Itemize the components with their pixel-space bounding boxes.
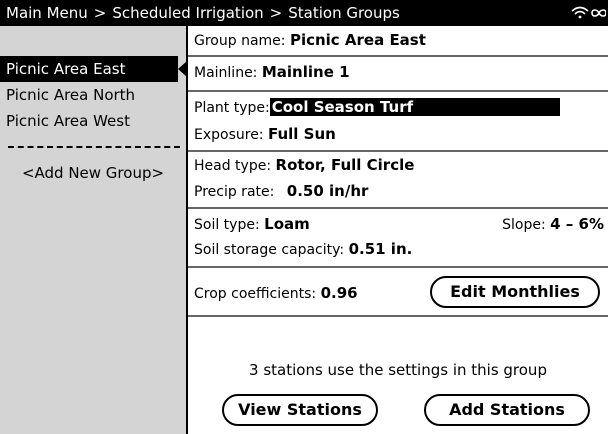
group-name-row[interactable]: Group name: Picnic Area East — [194, 31, 608, 49]
breadcrumb: Main Menu > Scheduled Irrigation > Station G… — [6, 0, 400, 26]
group-item-picnic-area-west[interactable]: Picnic Area West — [0, 108, 178, 134]
crumb-scheduled-irrigation[interactable]: Scheduled Irrigation — [112, 4, 263, 22]
stations-usage-note: 3 stations use the settings in this grou… — [249, 361, 547, 379]
soil-storage-row[interactable]: Soil storage capacity: 0.51 in. — [194, 240, 608, 258]
divider — [188, 266, 608, 268]
slope-label: Slope: — [502, 217, 546, 233]
group-item-picnic-area-east[interactable]: Picnic Area East — [0, 56, 187, 82]
group-name-value: Picnic Area East — [289, 31, 426, 49]
add-new-group-button[interactable]: <Add New Group> — [0, 160, 186, 186]
slope-value: 4 – 6% — [550, 215, 604, 233]
group-item-label: Picnic Area West — [6, 112, 130, 130]
crumb-station-groups: Station Groups — [288, 4, 400, 22]
crumb-separator: > — [269, 4, 283, 22]
status-icons — [571, 6, 606, 19]
crop-coefficient-value: 0.96 — [320, 284, 358, 302]
soil-type-label: Soil type: — [194, 217, 260, 233]
group-item-label: Picnic Area East — [6, 60, 126, 78]
group-name-label: Group name: — [194, 33, 286, 49]
exposure-value: Full Sun — [267, 125, 336, 143]
divider — [188, 315, 608, 317]
plant-type-label: Plant type: — [194, 100, 270, 116]
mainline-value: Mainline 1 — [261, 63, 350, 81]
infinity-icon — [591, 9, 606, 17]
view-stations-button[interactable]: View Stations — [222, 394, 378, 426]
group-details-panel: Group name: Picnic Area East Mainline: M… — [186, 26, 608, 434]
edit-monthlies-button[interactable]: Edit Monthlies — [430, 276, 600, 308]
head-type-label: Head type: — [194, 158, 272, 174]
head-type-value: Rotor, Full Circle — [275, 156, 415, 174]
title-bar: Main Menu > Scheduled Irrigation > Station G… — [0, 0, 608, 26]
head-type-row[interactable]: Head type: Rotor, Full Circle — [194, 156, 608, 174]
plant-type-row[interactable]: Plant type: Cool Season Turf — [194, 98, 608, 116]
exposure-row[interactable]: Exposure: Full Sun — [194, 125, 608, 143]
divider — [188, 90, 608, 92]
mainline-row[interactable]: Mainline: Mainline 1 — [194, 63, 608, 81]
crop-coefficient-label: Crop coefficients: — [194, 286, 317, 302]
wifi-icon — [571, 6, 589, 19]
precip-rate-row[interactable]: Precip rate: 0.50 in/hr — [194, 182, 608, 200]
soil-storage-label: Soil storage capacity: — [194, 242, 345, 258]
precip-rate-value: 0.50 in/hr — [286, 182, 369, 200]
crumb-main-menu[interactable]: Main Menu — [6, 4, 88, 22]
add-stations-button[interactable]: Add Stations — [424, 394, 590, 426]
plant-type-value: Cool Season Turf — [269, 98, 560, 116]
exposure-label: Exposure: — [194, 127, 264, 143]
precip-rate-label: Precip rate: — [194, 184, 275, 200]
soil-type-value: Loam — [264, 215, 310, 233]
irrigation-screen: Main Menu > Scheduled Irrigation > Station G… — [0, 0, 608, 434]
slope-row[interactable]: Slope: 4 – 6% — [458, 215, 604, 233]
group-item-label: Picnic Area North — [6, 86, 136, 104]
divider — [188, 55, 608, 57]
crumb-separator: > — [93, 4, 107, 22]
mainline-label: Mainline: — [194, 65, 258, 81]
soil-storage-value: 0.51 in. — [348, 240, 413, 258]
list-divider — [8, 146, 180, 148]
group-item-picnic-area-north[interactable]: Picnic Area North — [0, 82, 178, 108]
divider — [188, 150, 608, 152]
divider — [188, 207, 608, 209]
group-list: Picnic Area East Picnic Area North Picni… — [0, 26, 187, 434]
